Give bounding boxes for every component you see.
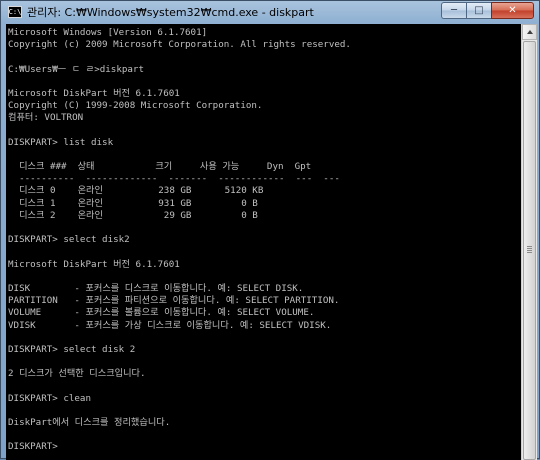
console-line: Copyright (C) 1999-2008 Microsoft Corpor… bbox=[8, 100, 263, 112]
scrollbar-thumb[interactable] bbox=[523, 41, 536, 460]
console-line: DISKPART> clean bbox=[8, 392, 91, 404]
console-line: DISK - 포커스를 디스크로 이동합니다. 예: SELECT DISK. bbox=[8, 282, 304, 294]
console-line: VDISK - 포커스를 가상 디스크로 이동합니다. 예: SELECT VD… bbox=[8, 319, 332, 331]
console-line: 디스크 ### 상태 크기 사용 가능 Dyn Gpt bbox=[8, 161, 312, 173]
caption-buttons: ─ □ ✕ bbox=[441, 2, 534, 19]
console-line: Microsoft DiskPart 버전 6.1.7601 bbox=[8, 87, 180, 99]
close-button[interactable]: ✕ bbox=[491, 2, 534, 19]
console-line: C:₩Users₩ㅡ ㄷ ㄹ>diskpart bbox=[8, 63, 144, 75]
console-icon[interactable]: C:\ bbox=[8, 6, 22, 18]
minimize-button[interactable]: ─ bbox=[441, 2, 466, 19]
title-bar[interactable]: C:\ 관리자: C:₩Windows₩system32₩cmd.exe - d… bbox=[1, 1, 539, 23]
console-line: 컴퓨터: VOLTRON bbox=[8, 112, 84, 124]
console-line: ---------- ------------- ------- -------… bbox=[8, 173, 340, 185]
vertical-scrollbar[interactable] bbox=[521, 24, 537, 460]
console-lines: Microsoft Windows [Version 6.1.7601] Copy… bbox=[8, 27, 351, 454]
console-line: 디스크 1 온라인 931 GB 0 B bbox=[8, 197, 258, 209]
console-line: Copyright (c) 2009 Microsoft Corporation… bbox=[8, 39, 351, 51]
console-line: PARTITION - 포커스를 파티션으로 이동합니다. 예: SELECT … bbox=[8, 295, 340, 307]
arrow-up-icon bbox=[526, 30, 533, 34]
console-line: VOLUME - 포커스를 볼륨으로 이동합니다. 예: SELECT VOLU… bbox=[8, 307, 315, 319]
console-line: 디스크 2 온라인 29 GB 0 B bbox=[8, 209, 258, 221]
scroll-up-button[interactable] bbox=[522, 24, 537, 40]
maximize-button[interactable]: □ bbox=[466, 2, 491, 19]
console-line: DISKPART> list disk bbox=[8, 136, 114, 148]
thumb-grip bbox=[527, 246, 532, 247]
console-line: DISKPART> select disk2 bbox=[8, 234, 130, 246]
console-line: DISKPART> select disk 2 bbox=[8, 343, 136, 355]
cmd-window: C:\ 관리자: C:₩Windows₩system32₩cmd.exe - d… bbox=[0, 0, 540, 460]
console-line: DiskPart에서 디스크를 정리했습니다. bbox=[8, 417, 171, 428]
console-output[interactable]: Microsoft Windows [Version 6.1.7601] Copy… bbox=[6, 24, 521, 460]
console-line: 2 디스크가 선택한 디스크입니다. bbox=[8, 368, 146, 380]
console-line: DISKPART> bbox=[8, 441, 64, 453]
console-line: Microsoft Windows [Version 6.1.7601] bbox=[8, 27, 208, 38]
thumb-grip bbox=[527, 250, 532, 251]
window-title: 관리자: C:₩Windows₩system32₩cmd.exe - diskp… bbox=[27, 6, 314, 19]
console-line: Microsoft DiskPart 버전 6.1.7601 bbox=[8, 258, 180, 270]
thumb-grip bbox=[527, 248, 532, 249]
thumb-grip bbox=[527, 252, 532, 253]
console-line: 디스크 0 온라인 238 GB 5120 KB bbox=[8, 185, 264, 197]
